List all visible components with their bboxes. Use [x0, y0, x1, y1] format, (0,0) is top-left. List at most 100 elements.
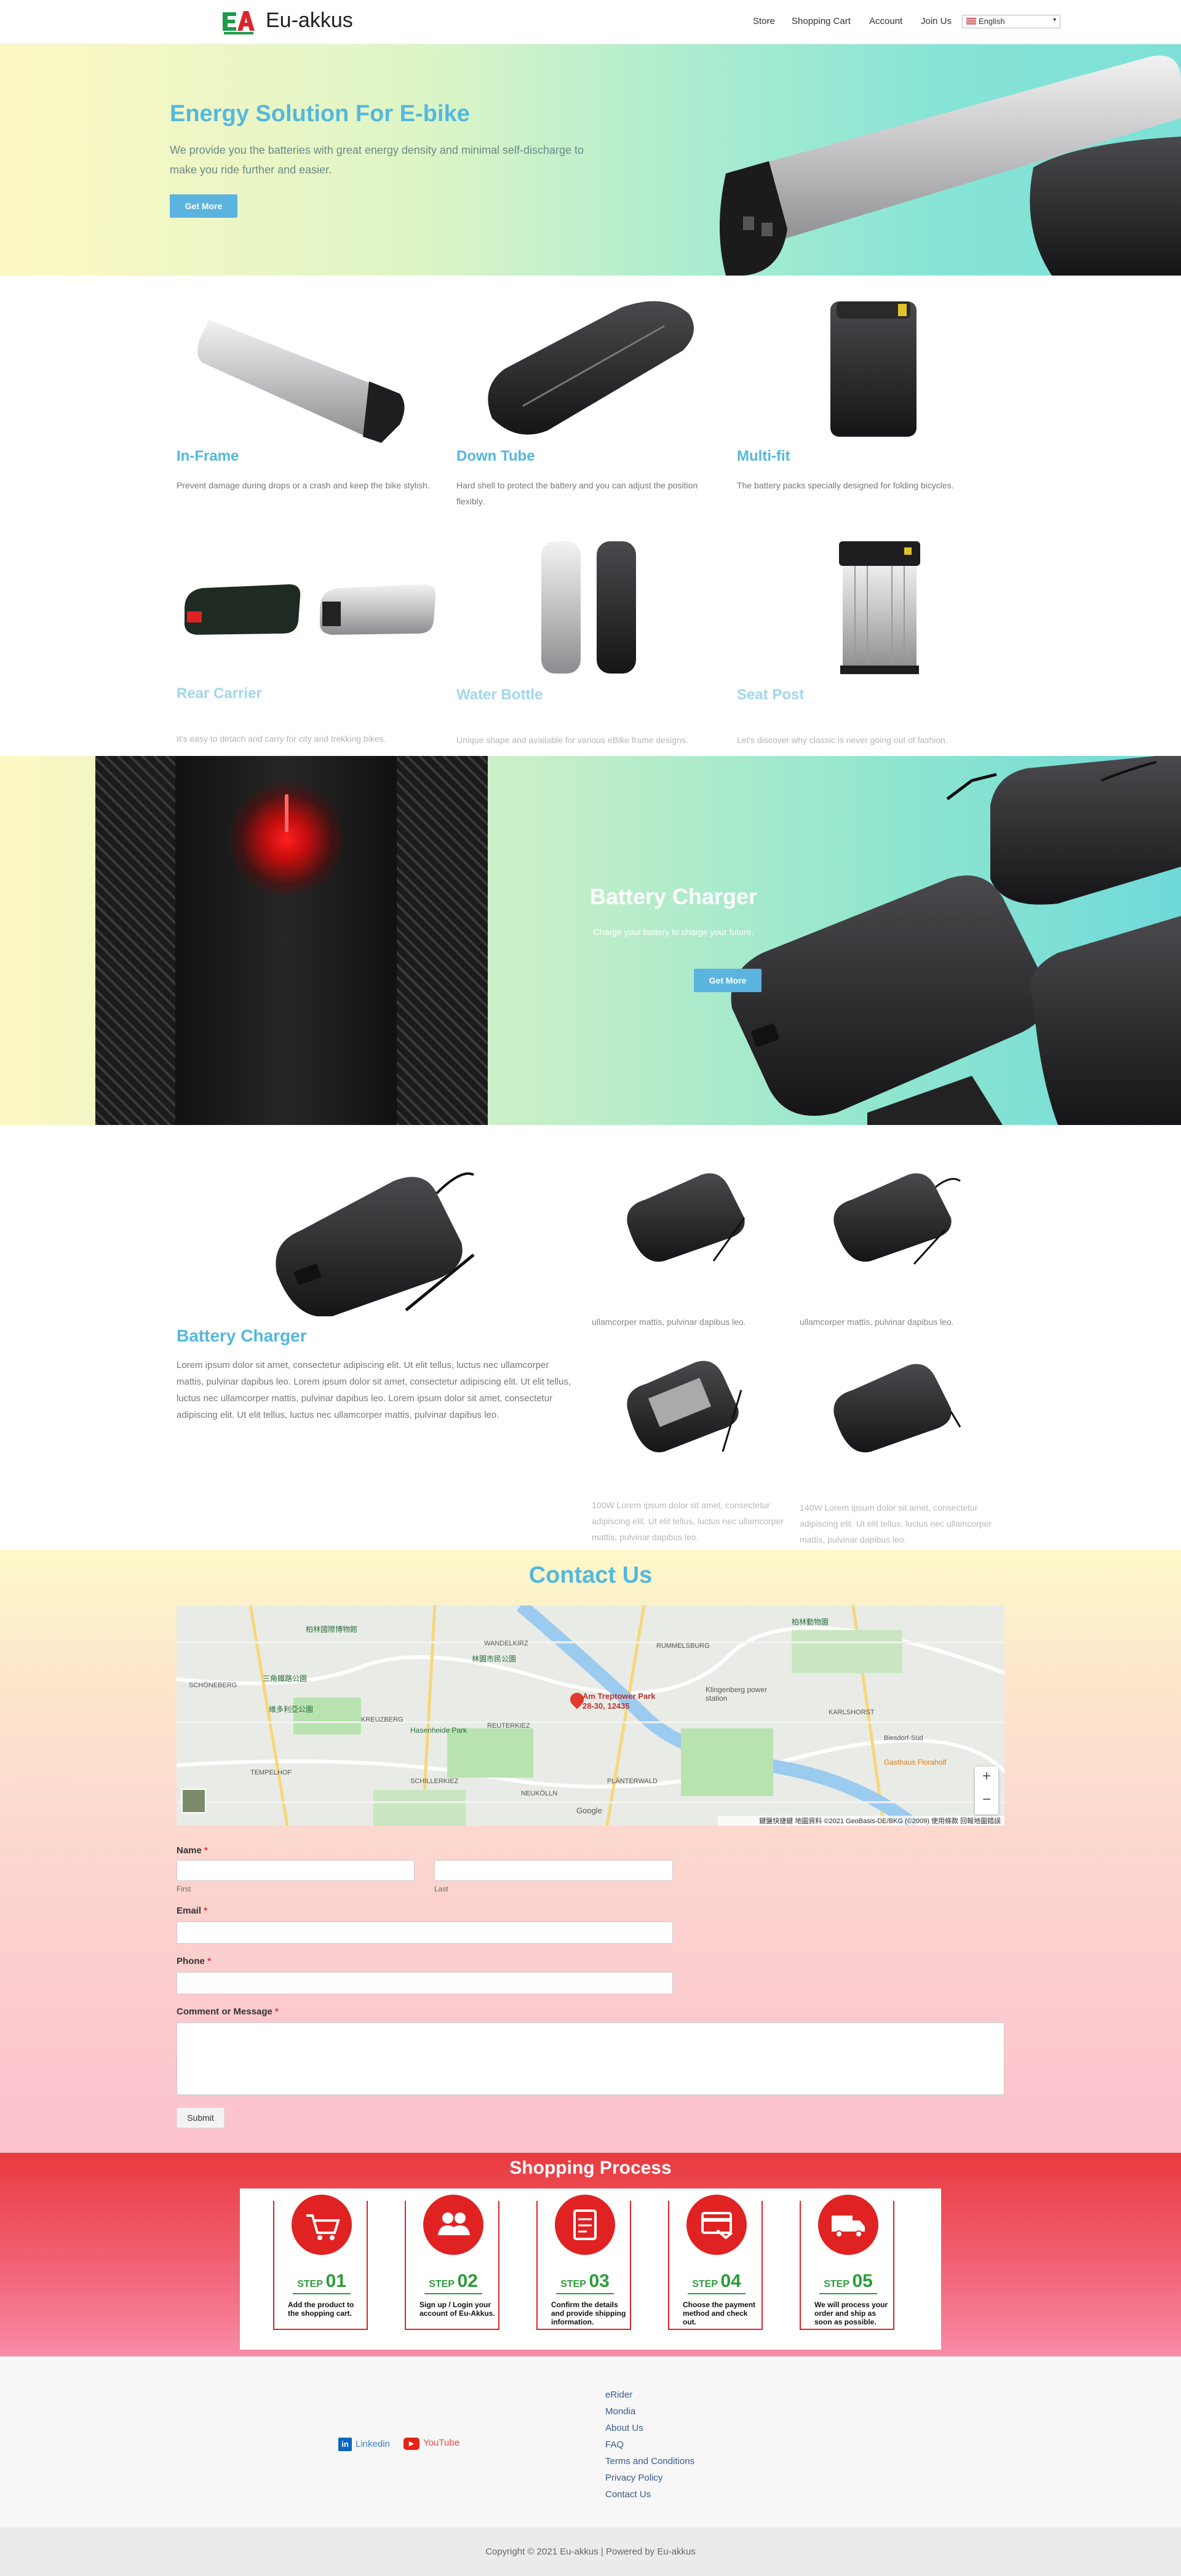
step-1-underline — [293, 2293, 351, 2294]
footer-link-privacy[interactable]: Privacy Policy — [605, 2473, 662, 2483]
flag-icon — [966, 18, 976, 25]
map-place-19: SCHÖNEBERG — [189, 1682, 237, 1689]
category-title-down-tube[interactable]: Down Tube — [456, 448, 535, 465]
email-label: Email * — [177, 1906, 208, 1916]
email-field[interactable] — [177, 1922, 673, 1944]
charger-banner-title: Battery Charger — [589, 884, 758, 909]
submit-button[interactable]: Submit — [177, 2107, 225, 2128]
site-logo[interactable] — [221, 7, 257, 36]
zoom-in-button[interactable]: + — [975, 1768, 998, 1785]
map-place-13: Biesdorf-Süd — [884, 1735, 923, 1742]
language-select[interactable]: English ▾ — [962, 15, 1060, 28]
hero-battery-image — [720, 55, 1181, 276]
water-bottle-battery-image[interactable] — [529, 535, 652, 677]
map-place-4: RUMMELSBURG — [656, 1642, 710, 1650]
linkedin-icon: in — [338, 2438, 352, 2451]
category-title-water-bottle[interactable]: Water Bottle — [456, 686, 543, 704]
map-place-8: Hasenheide Park — [410, 1726, 467, 1735]
charger-main-image[interactable] — [264, 1156, 486, 1316]
clipboard-icon — [555, 2195, 615, 2255]
hero-banner: Energy Solution For E-bike We provide yo… — [0, 44, 1181, 276]
down-tube-battery-image[interactable] — [480, 295, 701, 443]
category-title-rear-carrier[interactable]: Rear Carrier — [177, 685, 262, 702]
comment-label: Comment or Message * — [177, 2006, 279, 2017]
language-value: English — [979, 17, 1005, 26]
first-name-input[interactable] — [177, 1860, 415, 1881]
category-desc-water-bottle: Unique shape and available for various e… — [456, 735, 688, 745]
step-2-underline — [424, 2293, 482, 2294]
nav-account[interactable]: Account — [869, 16, 902, 26]
map-satellite-toggle[interactable] — [181, 1789, 206, 1813]
in-frame-battery-image[interactable] — [197, 295, 418, 443]
nav-join-us[interactable]: Join Us — [921, 16, 952, 26]
charger-item-2-text: ullamcorper mattis, pulvinar dapibus leo… — [800, 1317, 954, 1327]
first-name-hint: First — [177, 1885, 191, 1893]
map-place-14: Gasthaus Floraholf — [884, 1758, 947, 1767]
multi-fit-battery-image[interactable] — [818, 295, 929, 443]
footer-link-about-us[interactable]: About Us — [605, 2423, 643, 2433]
chevron-down-icon: ▾ — [1052, 17, 1056, 23]
charger-item-4-text: 140W Lorem ipsum dolor sit amet, consect… — [800, 1503, 992, 1544]
map-place-3: 林園市民公園 — [472, 1655, 517, 1663]
battery-closeup-image — [95, 756, 488, 1125]
contact-section: Contact Us Am Treptower Park 28-30, 1243… — [0, 1550, 1181, 2153]
hero-subtitle: We provide you the batteries with great … — [170, 144, 584, 176]
last-name-input[interactable] — [434, 1860, 673, 1881]
nav-shopping-cart[interactable]: Shopping Cart — [792, 16, 851, 26]
map-place-7: 維多利亞公園 — [269, 1705, 314, 1714]
step-3-underline — [556, 2293, 614, 2294]
footer-link-faq[interactable]: FAQ — [605, 2439, 624, 2450]
charger-get-more-button[interactable]: Get More — [694, 969, 761, 992]
nav-store[interactable]: Store — [753, 16, 775, 26]
last-name-hint: Last — [434, 1885, 448, 1893]
youtube-icon: ▶ — [404, 2438, 420, 2450]
category-title-seat-post[interactable]: Seat Post — [737, 686, 804, 704]
charger-banner: Battery Charger Charge your battery to c… — [0, 756, 1181, 1125]
comment-textarea[interactable] — [177, 2022, 1004, 2095]
step-4-number: STEP 04 — [692, 2271, 741, 2291]
footer-link-mondia[interactable]: Mondia — [605, 2406, 635, 2417]
charger-item-4-image[interactable] — [828, 1353, 963, 1458]
shopping-process-section: Shopping Process STEP 01 Add the product… — [0, 2153, 1181, 2356]
site-name[interactable]: Eu-akkus — [266, 9, 353, 33]
footer-link-terms[interactable]: Terms and Conditions — [605, 2456, 694, 2467]
name-label: Name * — [177, 1845, 208, 1856]
hero-get-more-button[interactable]: Get More — [170, 194, 237, 218]
map-place-5: 柏林動物園 — [792, 1618, 829, 1626]
map-place-12: KARLSHORST — [829, 1709, 875, 1716]
step-4-underline — [688, 2293, 746, 2294]
category-desc-multi-fit: The battery packs specially designed for… — [737, 480, 954, 490]
charger-item-1-image[interactable] — [621, 1163, 757, 1267]
linkedin-link[interactable]: in Linkedin — [338, 2438, 390, 2451]
map-attribution[interactable]: 鍵盤快捷鍵 地圖資料 ©2021 GeoBasis-DE/BKG (©2009)… — [718, 1816, 1004, 1826]
footer-link-erider[interactable]: eRider — [605, 2390, 632, 2400]
charger-section-title: Battery Charger — [177, 1326, 307, 1345]
cart-icon — [292, 2195, 352, 2255]
category-title-in-frame[interactable]: In-Frame — [177, 448, 239, 465]
map-place-10: NEUKÖLLN — [521, 1790, 558, 1797]
phone-field[interactable] — [177, 1972, 673, 1994]
charger-item-1-text: ullamcorper mattis, pulvinar dapibus leo… — [592, 1317, 746, 1327]
map-pin-label: Am Treptower Park 28-30, 12435 — [583, 1691, 656, 1711]
payment-icon — [686, 2195, 747, 2255]
truck-icon — [818, 2195, 878, 2255]
google-map[interactable]: Am Treptower Park 28-30, 12435 柏林國際博物館 W… — [177, 1605, 1004, 1826]
category-title-multi-fit[interactable]: Multi-fit — [737, 448, 790, 465]
step-5-underline — [819, 2293, 877, 2294]
map-place-1: 柏林國際博物館 — [306, 1625, 358, 1634]
charger-item-2-image[interactable] — [828, 1163, 963, 1267]
process-step-4: STEP 04 Choose the payment method and ch… — [668, 2195, 763, 2330]
copyright-bar: Copyright © 2021 Eu-akkus | Powered by E… — [0, 2527, 1181, 2576]
zoom-out-button[interactable]: − — [975, 1791, 998, 1808]
charger-item-3-image[interactable] — [621, 1353, 763, 1458]
map-place-2: WANDELKIRZ — [484, 1640, 528, 1647]
step-5-number: STEP 05 — [824, 2271, 873, 2291]
hero-title: Energy Solution For E-bike — [170, 101, 470, 127]
footer-link-contact-us[interactable]: Contact Us — [605, 2489, 651, 2500]
youtube-link[interactable]: ▶ YouTube — [404, 2438, 459, 2450]
rear-carrier-battery-image[interactable] — [178, 566, 449, 652]
charger-section-desc: Lorem ipsum dolor sit amet, consectetur … — [177, 1360, 571, 1420]
seat-post-battery-image[interactable] — [824, 535, 947, 677]
contact-title: Contact Us — [528, 1562, 653, 1588]
process-steps-panel: STEP 01 Add the product to the shopping … — [240, 2188, 941, 2350]
